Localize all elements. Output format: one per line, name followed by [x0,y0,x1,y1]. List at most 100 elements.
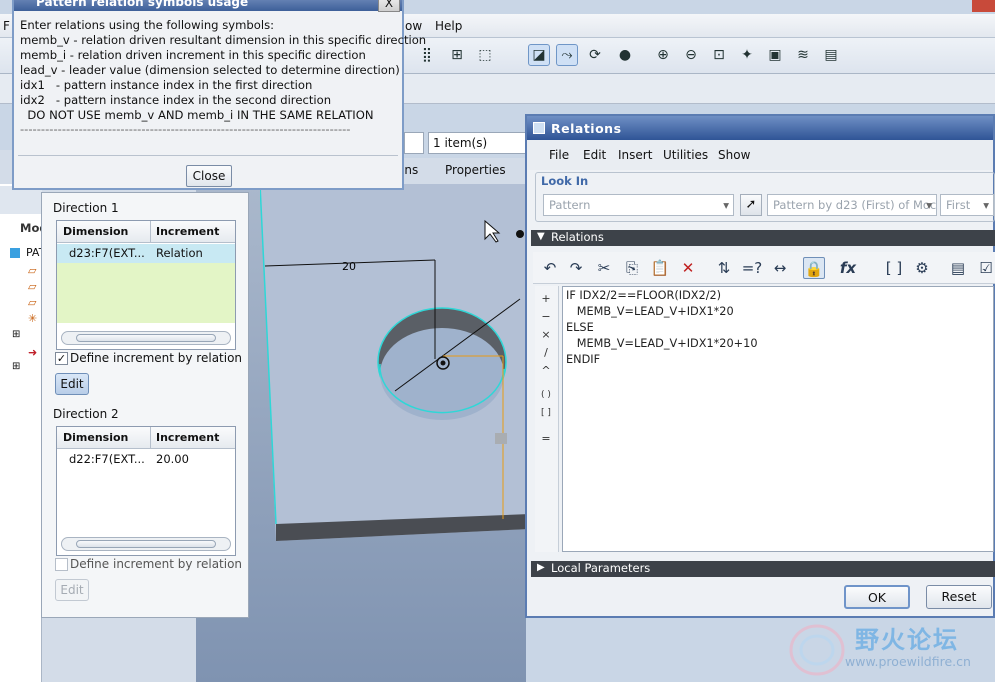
redo-icon[interactable]: ↷ [565,257,587,279]
operator-column: + − × / ^ ( ) [ ] = [535,286,559,552]
info-line: lead_v - leader value (dimension selecte… [20,63,400,77]
dialog-title: Relations [527,116,993,140]
window-icon [533,122,545,134]
menu-show[interactable]: Show [718,148,750,162]
plane-icon: ▱ [28,264,37,277]
direction2-label: Direction 2 [53,407,119,421]
code-line: ELSE [566,321,594,334]
layers-icon[interactable]: ≋ [792,44,814,66]
multiply-button[interactable]: × [537,328,555,341]
define-by-relation-label-2: Define increment by relation [70,557,243,571]
delete-icon[interactable]: ✕ [677,257,699,279]
pattern-select[interactable]: Pattern by d23 (First) of Moc [767,194,937,216]
dialog-title: Pattern relation symbols usage [14,0,402,11]
refit-icon[interactable]: ⊡ [708,44,730,66]
sphere-icon[interactable]: ● [614,44,636,66]
look-in-label: Look In [541,174,589,188]
relations-editor[interactable]: IF IDX2/2==FLOOR(IDX2/2) MEMB_V=LEAD_V+I… [562,286,994,552]
menu-window[interactable]: ow [405,19,422,33]
table-header: Dimension Increment [57,427,235,449]
menu-file[interactable]: F [3,19,10,33]
parentheses-button[interactable]: ( ) [537,390,555,400]
switch-dims-icon[interactable]: ⇅ [713,257,735,279]
sketch-view-icon[interactable]: ◪ [528,44,550,66]
reset-button[interactable]: Reset [926,585,992,609]
direction1-label: Direction 1 [53,201,119,215]
divide-button[interactable]: / [537,346,555,359]
function-icon[interactable]: fx [837,257,859,279]
undo-icon[interactable]: ↶ [539,257,561,279]
lock-icon[interactable]: 🔒 [803,257,825,279]
select-pointer-icon[interactable]: ➚ [740,194,762,216]
menu-help[interactable]: Help [435,19,462,33]
table-row[interactable]: d23:F7(EXT... Relation [57,244,235,263]
menu-edit[interactable]: Edit [583,148,606,162]
look-in-select[interactable]: Pattern [543,194,734,216]
insert-dimension-icon[interactable]: ↔ [769,257,791,279]
table-row[interactable]: d22:F7(EXT... 20.00 [57,450,235,469]
equals-button[interactable]: = [537,432,555,445]
select-box-icon[interactable]: ⬚ [474,44,496,66]
expand-icon[interactable]: ⊞ [12,329,20,340]
items-collector-field[interactable]: 1 item(s) [428,132,528,154]
direction1-table: Dimension Increment d23:F7(EXT... Relati… [56,220,236,350]
relations-section-header[interactable]: Relations [531,230,995,246]
info-line: idx2 - pattern instance index in the sec… [20,93,332,107]
watermark-title: 野火论坛 [855,626,959,654]
close-button[interactable]: Close [186,165,232,187]
menu-insert[interactable]: Insert [618,148,652,162]
watermark-url: www.proewildfire.cn [845,654,971,669]
info-line: memb_v - relation driven resultant dimen… [20,33,427,47]
table-header: Dimension Increment [57,221,235,243]
define-by-relation-label-1: Define increment by relation [70,351,243,365]
insert-here-icon: ➜ [28,346,38,359]
code-line: MEMB_V=LEAD_V+IDX1*20 [566,305,734,318]
edit-relation-button[interactable]: Edit [55,373,89,395]
zoom-in-icon[interactable]: ⊕ [652,44,674,66]
info-line: idx1 - pattern instance index in the fir… [20,78,313,92]
binoculars-icon[interactable]: ⊞ [446,44,468,66]
csys-icon: ✳ [28,312,38,325]
unit-icon[interactable]: ⚙ [911,257,933,279]
paste-icon[interactable]: 📋 [649,257,671,279]
close-icon[interactable]: X [378,0,400,12]
relations-dialog: Relations File Edit Insert Utilities Sho… [525,114,995,618]
named-view-icon[interactable]: ▣ [764,44,786,66]
horizontal-scrollbar[interactable] [61,537,231,551]
edit-relation-button-disabled[interactable]: Edit [55,579,89,601]
grid-icon[interactable]: ⣿ [416,44,438,66]
power-button[interactable]: ^ [537,364,555,377]
part-icon [10,248,20,258]
code-line: MEMB_V=LEAD_V+IDX1*20+10 [566,337,758,350]
menu-file[interactable]: File [549,148,569,162]
reference-field[interactable] [404,132,424,154]
brackets-button[interactable]: [ ] [537,408,555,418]
info-line: Enter relations using the following symb… [20,18,275,32]
parameters-icon[interactable]: [ ] [883,257,905,279]
define-by-relation-checkbox-2[interactable] [55,558,68,571]
minus-button[interactable]: − [537,310,555,323]
verify-icon[interactable]: ☑ [975,257,995,279]
cut-icon[interactable]: ✂ [593,257,615,279]
define-by-relation-checkbox-1[interactable]: ✓ [55,352,68,365]
copy-icon[interactable]: ⎘ [621,257,643,279]
appearance-icon[interactable]: ▤ [820,44,842,66]
sort-icon[interactable]: ▤ [947,257,969,279]
tab-properties[interactable]: Properties [445,163,506,177]
relations-menubar: File Edit Insert Utilities Show [527,140,993,170]
local-parameters-section-header[interactable]: Local Parameters [531,561,995,577]
regenerate-icon[interactable]: ⟳ [584,44,606,66]
app-close-button[interactable] [972,0,995,12]
info-line: memb_i - relation driven increment in th… [20,48,366,62]
plus-button[interactable]: + [537,292,555,305]
evaluate-icon[interactable]: =? [741,257,763,279]
ok-button[interactable]: OK [844,585,910,609]
direction-select[interactable]: First [940,194,994,216]
horizontal-scrollbar[interactable] [61,331,231,345]
plane-icon: ▱ [28,280,37,293]
zoom-out-icon[interactable]: ⊖ [680,44,702,66]
expand-icon[interactable]: ⊞ [12,361,20,372]
orient-icon[interactable]: ✦ [736,44,758,66]
datum-icon[interactable]: ⤳ [556,44,578,66]
menu-utilities[interactable]: Utilities [663,148,708,162]
